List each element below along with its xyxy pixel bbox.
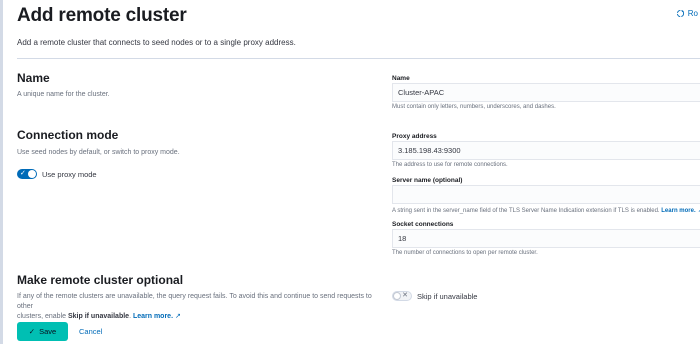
switch-knob — [28, 170, 36, 178]
socket-connections-label: Socket connections — [392, 221, 454, 228]
name-field-label: Name — [392, 75, 410, 82]
name-section-description: A unique name for the cluster. — [17, 91, 110, 98]
name-section-title: Name — [17, 71, 50, 85]
server-name-label: Server name (optional) — [392, 177, 463, 184]
check-icon: ✓ — [20, 170, 26, 177]
socket-connections-input[interactable] — [392, 229, 700, 248]
skip-unavailable-switch[interactable]: ✕ — [392, 291, 412, 301]
connection-mode-title: Connection mode — [17, 128, 119, 142]
cross-icon: ✕ — [402, 292, 408, 299]
proxy-mode-label: Use proxy mode — [42, 169, 97, 179]
optional-section-description: If any of the remote clusters are unavai… — [17, 293, 372, 320]
proxy-address-help: The address to use for remote connection… — [392, 162, 508, 168]
save-button-label: Save — [39, 327, 57, 336]
proxy-mode-switch[interactable]: ✓ — [17, 169, 37, 179]
connection-mode-description: Use seed nodes by default, or switch to … — [17, 149, 180, 156]
switch-knob — [393, 292, 401, 300]
name-field-help: Must contain only letters, numbers, unde… — [392, 104, 556, 110]
optional-description-line1: If any of the remote clusters are unavai… — [17, 293, 372, 310]
save-button[interactable]: ✓ Save — [17, 322, 68, 341]
corner-link[interactable]: Ro — [676, 9, 698, 18]
socket-connections-help: The number of connections to open per re… — [392, 250, 538, 256]
optional-section-title: Make remote cluster optional — [17, 273, 184, 287]
optional-description-bold: Skip if unavailable — [67, 313, 130, 320]
proxy-address-input[interactable] — [392, 141, 700, 160]
name-input[interactable] — [392, 83, 700, 102]
server-name-help: A string sent in the server_name field o… — [392, 206, 700, 214]
left-edge-border — [0, 0, 3, 344]
proxy-mode-toggle[interactable]: ✓ Use proxy mode — [17, 169, 97, 179]
page-description: Add a remote cluster that connects to se… — [17, 38, 296, 47]
proxy-address-label: Proxy address — [392, 133, 437, 140]
header-divider — [17, 58, 700, 59]
check-icon: ✓ — [28, 327, 36, 336]
optional-description-prefix: clusters, enable — [17, 313, 67, 320]
server-name-learn-more-link[interactable]: Learn more. — [661, 208, 695, 214]
corner-link-label: Ro — [687, 9, 698, 18]
external-link-icon: ↗ — [175, 313, 181, 320]
skip-unavailable-toggle[interactable]: ✕ Skip if unavailable — [392, 291, 477, 301]
skip-unavailable-label: Skip if unavailable — [417, 291, 478, 301]
server-name-help-text: A string sent in the server_name field o… — [392, 208, 660, 214]
server-name-input[interactable] — [392, 185, 700, 204]
sync-icon — [676, 9, 684, 18]
cancel-button[interactable]: Cancel — [79, 327, 102, 336]
optional-learn-more-link[interactable]: Learn more. — [133, 313, 173, 320]
page-title: Add remote cluster — [17, 5, 187, 26]
